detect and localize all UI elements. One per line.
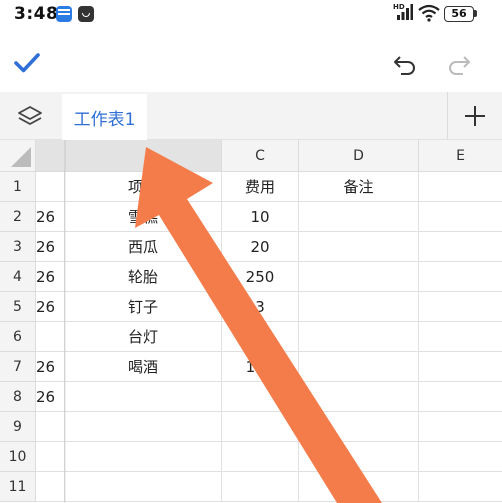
plus-icon [465, 106, 485, 126]
select-all-corner[interactable] [0, 140, 36, 172]
cell-col-a[interactable]: 26 [36, 262, 65, 292]
cell-col-b[interactable] [65, 382, 222, 412]
cell-col-e[interactable] [419, 442, 502, 472]
shopping-notification-icon [78, 6, 94, 22]
cell-col-d[interactable] [299, 202, 419, 232]
cell-col-d[interactable] [299, 232, 419, 262]
row-header[interactable]: 1 [0, 172, 36, 202]
spreadsheet-grid: C D E 1 项目 费用 备注 2 26 雪糕 10 3 26 西瓜 20 4 26 轮胎 250 5 26 钉子… [0, 140, 502, 503]
column-header-c[interactable]: C [222, 140, 299, 172]
cell-col-a[interactable]: 26 [36, 202, 65, 232]
cell-col-d[interactable] [299, 472, 419, 502]
cell-col-e[interactable] [419, 262, 502, 292]
cell-col-e[interactable] [419, 232, 502, 262]
cell-col-b[interactable] [65, 472, 222, 502]
row-header[interactable]: 5 [0, 292, 36, 322]
cell-col-c[interactable]: 100 [222, 352, 299, 382]
confirm-button[interactable] [6, 42, 48, 84]
cell-col-e[interactable] [419, 412, 502, 442]
cell-col-d[interactable]: 备注 [299, 172, 419, 202]
cell-col-c[interactable] [222, 412, 299, 442]
cell-col-e[interactable] [419, 322, 502, 352]
row-header[interactable]: 11 [0, 472, 36, 502]
cell-col-a[interactable]: 26 [36, 352, 65, 382]
cell-col-c[interactable] [222, 322, 299, 352]
row-header[interactable]: 7 [0, 352, 36, 382]
row-header[interactable]: 8 [0, 382, 36, 412]
battery-icon: 56 [444, 6, 474, 22]
check-icon [14, 53, 40, 73]
cell-col-d[interactable] [299, 352, 419, 382]
cell-col-a[interactable] [36, 442, 65, 472]
cell-col-b[interactable]: 雪糕 [65, 202, 222, 232]
battery-cap [474, 10, 477, 17]
spreadsheet-screen: { "status_bar": { "time": "3:48", "netwo… [0, 0, 502, 503]
column-header-d[interactable]: D [299, 140, 419, 172]
cell-col-c[interactable]: 20 [222, 232, 299, 262]
battery-level: 56 [451, 7, 467, 20]
cell-col-a[interactable]: 26 [36, 232, 65, 262]
cell-col-a[interactable] [36, 412, 65, 442]
wifi-icon [418, 4, 440, 22]
status-time: 3:48 [14, 4, 59, 24]
row-header[interactable]: 9 [0, 412, 36, 442]
cell-col-b[interactable]: 台灯 [65, 322, 222, 352]
cell-col-d[interactable] [299, 262, 419, 292]
row-header[interactable]: 3 [0, 232, 36, 262]
cell-col-e[interactable] [419, 352, 502, 382]
cell-col-b[interactable]: 西瓜 [65, 232, 222, 262]
cell-col-d[interactable] [299, 382, 419, 412]
undo-button[interactable] [384, 44, 426, 86]
cell-col-e[interactable] [419, 292, 502, 322]
cell-col-c[interactable] [222, 442, 299, 472]
cell-col-c[interactable] [222, 472, 299, 502]
cell-col-a[interactable]: 26 [36, 292, 65, 322]
cell-col-a[interactable] [36, 172, 65, 202]
cell-col-c[interactable]: 费用 [222, 172, 299, 202]
cell-col-a[interactable]: 26 [36, 382, 65, 412]
signal-icon [397, 4, 413, 20]
cell-col-d[interactable] [299, 322, 419, 352]
row-header[interactable]: 4 [0, 262, 36, 292]
row-header[interactable]: 6 [0, 322, 36, 352]
cell-col-a[interactable] [36, 322, 65, 352]
cell-col-c[interactable]: 250 [222, 262, 299, 292]
undo-icon [394, 56, 415, 75]
add-sheet-button[interactable] [447, 92, 502, 140]
cell-col-a[interactable] [36, 472, 65, 502]
tab-sheet1[interactable]: 工作表1 [62, 94, 147, 140]
row-header[interactable]: 2 [0, 202, 36, 232]
cell-col-b[interactable]: 项目 [65, 172, 222, 202]
cell-col-d[interactable] [299, 292, 419, 322]
cell-col-e[interactable] [419, 382, 502, 412]
app-notification-icon [56, 6, 72, 22]
sheet-list-button[interactable] [0, 92, 60, 140]
frozen-column-divider [64, 140, 66, 503]
layers-icon [18, 106, 42, 125]
redo-icon [449, 56, 470, 75]
cell-col-b[interactable]: 轮胎 [65, 262, 222, 292]
cell-col-d[interactable] [299, 442, 419, 472]
cell-col-b[interactable] [65, 412, 222, 442]
cell-col-b[interactable] [65, 442, 222, 472]
cell-col-d[interactable] [299, 412, 419, 442]
row-header[interactable]: 10 [0, 442, 36, 472]
cell-col-c[interactable]: 10 [222, 202, 299, 232]
top-toolbar [0, 30, 502, 92]
column-header-e[interactable]: E [419, 140, 502, 172]
cell-col-e[interactable] [419, 202, 502, 232]
redo-button[interactable] [438, 44, 480, 86]
cell-col-c[interactable] [222, 382, 299, 412]
sheet-tabs-bar: 工作表1 [0, 92, 502, 140]
cell-col-e[interactable] [419, 472, 502, 502]
cell-col-b[interactable]: 喝酒 [65, 352, 222, 382]
cell-col-b[interactable]: 钉子 [65, 292, 222, 322]
cell-col-c[interactable]: 3 [222, 292, 299, 322]
status-bar: 3:48 HD 56 [0, 0, 502, 30]
cell-col-e[interactable] [419, 172, 502, 202]
